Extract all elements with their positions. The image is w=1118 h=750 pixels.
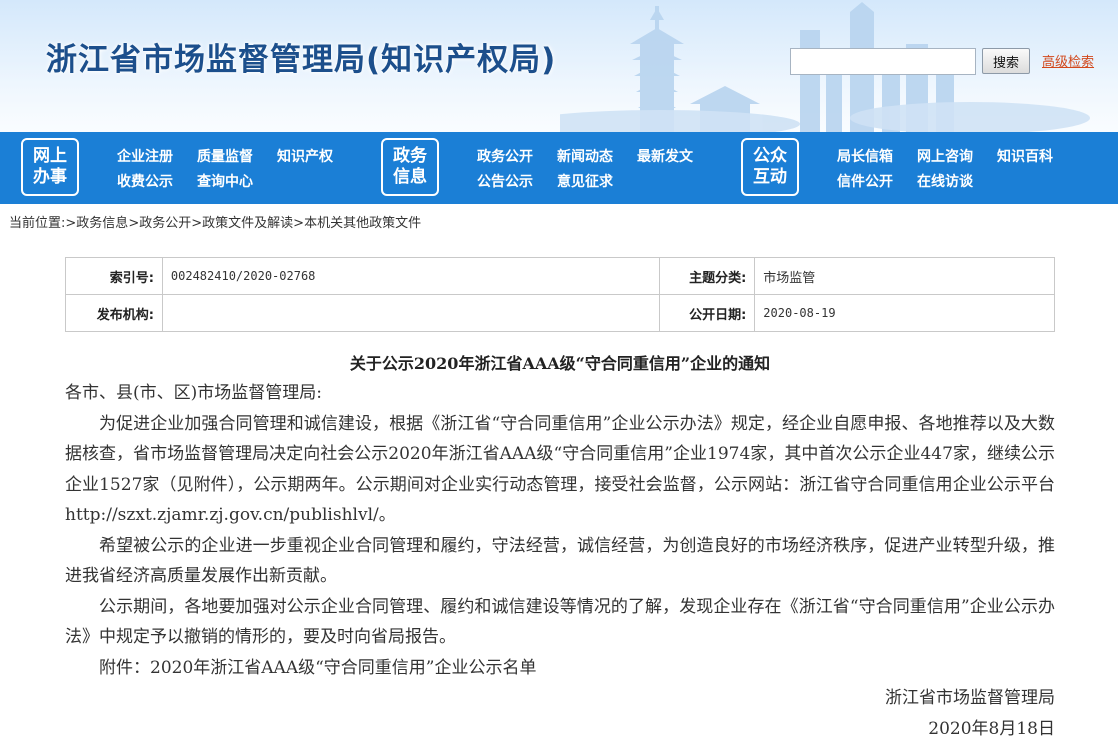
breadcrumb-item[interactable]: 政务信息 [76,216,128,231]
nav-link-intellectual-property[interactable]: 知识产权 [277,146,333,166]
index-number-value: 002482410/2020-02768 [161,257,661,295]
nav-link-online-interview[interactable]: 在线访谈 [917,171,973,191]
nav-link-government-affairs[interactable]: 政务公开 [477,146,533,166]
breadcrumb-item[interactable]: 政务公开 [139,216,191,231]
advanced-search-link[interactable]: 高级检索 [1042,51,1094,70]
nav-link-online-consulting[interactable]: 网上咨询 [917,146,973,166]
nav-link-query-center[interactable]: 查询中心 [197,171,253,191]
table-row: 索引号: 002482410/2020-02768 主题分类: 市场监管 [65,257,1055,295]
nav-link-enterprise-registration[interactable]: 企业注册 [117,146,173,166]
nav-link-announcements[interactable]: 公告公示 [477,171,533,191]
article-signature: 浙江省市场监督管理局 [885,688,1055,708]
nav-link-latest-documents[interactable]: 最新发文 [637,146,693,166]
topic-category-value: 市场监管 [754,257,1055,295]
nav-box-label: 网上办事 [33,146,67,187]
article-paragraph: 公示期间，各地要加强对公示企业合同管理、履约和诚信建设等情况的了解，发现企业存在… [65,596,1055,648]
issuer-value [161,294,661,332]
nav-link-news[interactable]: 新闻动态 [557,146,613,166]
article-paragraph: 为促进企业加强合同管理和诚信建设，根据《浙江省“守合同重信用”企业公示办法》规定… [65,413,1055,526]
breadcrumb-item[interactable]: 本机关其他政策文件 [304,216,421,231]
publish-date-label: 公开日期: [659,294,756,332]
nav-link-quality-supervision[interactable]: 质量监督 [197,146,253,166]
site-title: 浙江省市场监督管理局(知识产权局) [46,42,557,78]
article-attachment: 附件：2020年浙江省AAA级“守合同重信用”企业公示名单 [99,657,537,678]
breadcrumb-separator: > [128,216,140,231]
search-input[interactable] [790,48,976,75]
article-salutation: 各市、县(市、区)市场监督管理局: [65,383,322,403]
nav-link-consultation[interactable]: 意见征求 [557,171,613,191]
article-paragraph: 希望被公示的企业进一步重视企业合同管理和履约，守法经营，诚信经营，为创造良好的市… [65,535,1055,587]
topic-category-label: 主题分类: [659,257,756,295]
table-row: 发布机构: 公开日期: 2020-08-19 [65,294,1055,332]
breadcrumb: 当前位置:>政务信息>政务公开>政策文件及解读>本机关其他政策文件 [9,212,421,231]
breadcrumb-separator: > [191,216,203,231]
nav-link-knowledge-base[interactable]: 知识百科 [997,146,1053,166]
search-button[interactable]: 搜索 [982,48,1030,74]
breadcrumb-separator: > [65,216,77,231]
nav-box-label: 公众互动 [753,146,787,187]
breadcrumb-separator: > [293,216,305,231]
nav-box-label: 政务信息 [393,146,427,187]
nav-box-online-services[interactable]: 网上办事 [21,138,79,196]
issuer-label: 发布机构: [65,294,163,332]
nav-link-fee-disclosure[interactable]: 收费公示 [117,171,173,191]
nav-box-government-info[interactable]: 政务信息 [381,138,439,196]
main-nav: 网上办事 企业注册 质量监督 知识产权 收费公示 查询中心 政务信息 政务公开 … [0,132,1118,204]
nav-link-letters-public[interactable]: 信件公开 [837,171,893,191]
header-banner: 浙江省市场监督管理局(知识产权局) 搜索 高级检索 [0,0,1118,132]
article-date: 2020年8月18日 [928,718,1055,739]
publish-date-value: 2020-08-19 [754,294,1055,332]
breadcrumb-item[interactable]: 政策文件及解读 [202,216,293,231]
article-body: 各市、县(市、区)市场监督管理局: 为促进企业加强合同管理和诚信建设，根据《浙江… [65,378,1055,744]
document-info-table: 索引号: 002482410/2020-02768 主题分类: 市场监管 发布机… [65,257,1055,332]
nav-box-public-interaction[interactable]: 公众互动 [741,138,799,196]
breadcrumb-prefix: 当前位置: [9,216,66,231]
article-title: 关于公示2020年浙江省AAA级“守合同重信用”企业的通知 [349,354,771,373]
index-number-label: 索引号: [65,257,163,295]
nav-link-director-mailbox[interactable]: 局长信箱 [837,146,893,166]
